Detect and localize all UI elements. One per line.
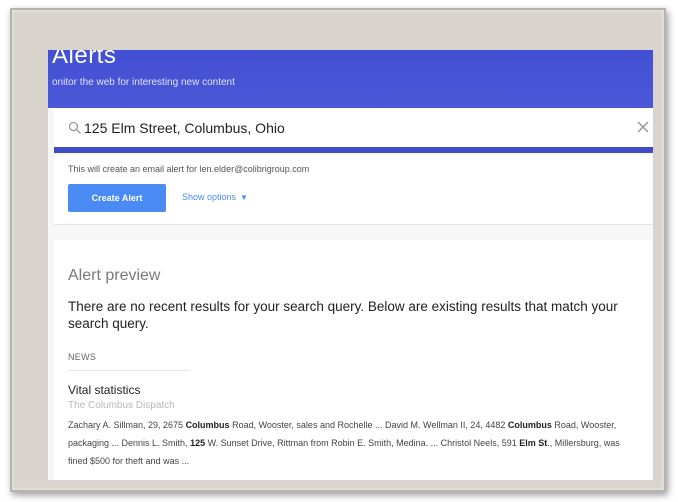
search-icon xyxy=(68,121,82,135)
caret-down-icon: ▼ xyxy=(240,193,248,202)
email-note: This will create an email alert for len.… xyxy=(68,164,310,174)
news-section-label: NEWS xyxy=(68,352,97,362)
search-input[interactable] xyxy=(84,115,624,141)
snippet-text: Road, Wooster, sales and Rochelle ... Da… xyxy=(229,420,508,430)
alerts-screen: Alerts onitor the web for interesting ne… xyxy=(48,50,653,480)
search-box[interactable] xyxy=(54,109,653,153)
app-header: Alerts onitor the web for interesting ne… xyxy=(48,50,653,108)
show-options-link[interactable]: Show options ▼ xyxy=(182,192,248,202)
page-subtitle: onitor the web for interesting new conte… xyxy=(52,77,235,88)
show-options-label: Show options xyxy=(182,192,237,202)
create-alert-button[interactable]: Create Alert xyxy=(68,184,166,212)
create-alert-card: This will create an email alert for len.… xyxy=(54,154,653,225)
snippet-text: Zachary A. Sillman, 29, 2675 xyxy=(68,420,186,430)
result-title[interactable]: Vital statistics xyxy=(68,383,140,397)
snippet-highlight: Columbus xyxy=(507,420,552,430)
snippet-highlight: 125 xyxy=(190,438,206,448)
snippet-highlight: Columbus xyxy=(185,420,230,430)
section-divider xyxy=(68,370,190,371)
close-icon[interactable] xyxy=(635,119,651,135)
photo-frame: Alerts onitor the web for interesting ne… xyxy=(10,8,666,492)
alert-preview-card: Alert preview There are no recent result… xyxy=(54,240,653,480)
result-snippet: Zachary A. Sillman, 29, 2675 Columbus Ro… xyxy=(68,416,638,470)
page-title: Alerts xyxy=(52,50,117,69)
snippet-highlight: Elm St xyxy=(519,438,548,448)
preview-message: There are no recent results for your sea… xyxy=(68,299,618,331)
preview-title: Alert preview xyxy=(68,267,161,284)
result-source: The Columbus Dispatch xyxy=(68,400,175,411)
snippet-text: W. Sunset Drive, Rittman from Robin E. S… xyxy=(205,438,520,448)
